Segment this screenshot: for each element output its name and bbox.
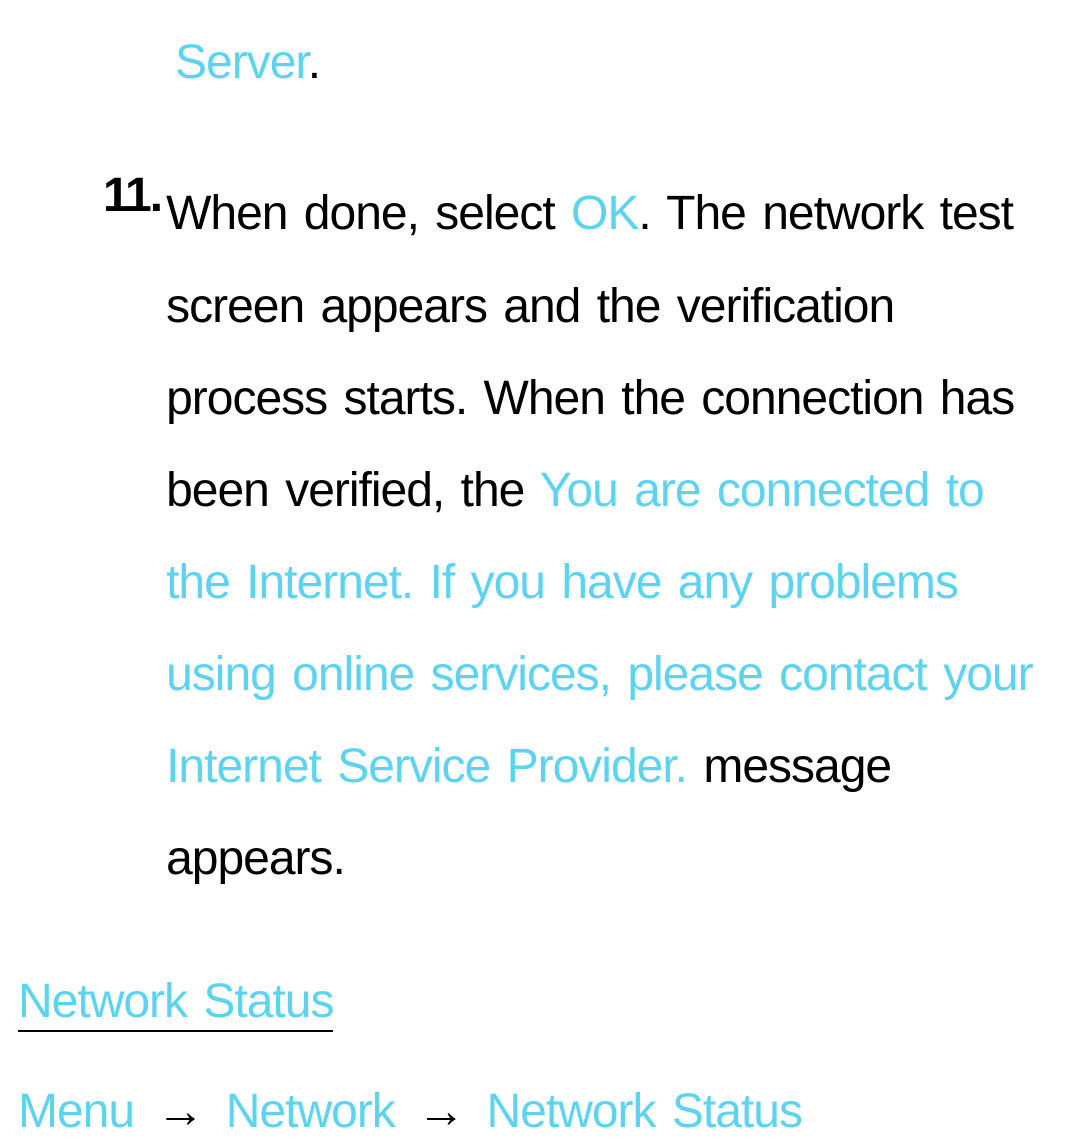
server-label: Server — [175, 36, 308, 89]
breadcrumb-menu: Menu — [18, 1085, 134, 1138]
server-text-fragment: Server. — [175, 20, 1062, 106]
step-11-container: 11. When done, select OK. The network te… — [18, 168, 1062, 905]
step-body: When done, select OK. The network test s… — [161, 168, 1062, 905]
server-period: . — [308, 36, 320, 89]
ok-label: OK — [571, 187, 638, 240]
section-header-wrapper: Network Status — [18, 906, 1062, 1032]
breadcrumb-network-status: Network Status — [487, 1085, 802, 1138]
network-status-header: Network Status — [18, 974, 333, 1032]
breadcrumb-arrow-2: → — [411, 1085, 470, 1138]
step-number: 11. — [103, 168, 161, 905]
breadcrumb-arrow-1: → — [150, 1085, 209, 1138]
breadcrumb: Menu → Network → Network Status — [18, 1084, 1062, 1139]
breadcrumb-network: Network — [226, 1085, 395, 1138]
step-text-1: When done, select — [166, 187, 571, 240]
